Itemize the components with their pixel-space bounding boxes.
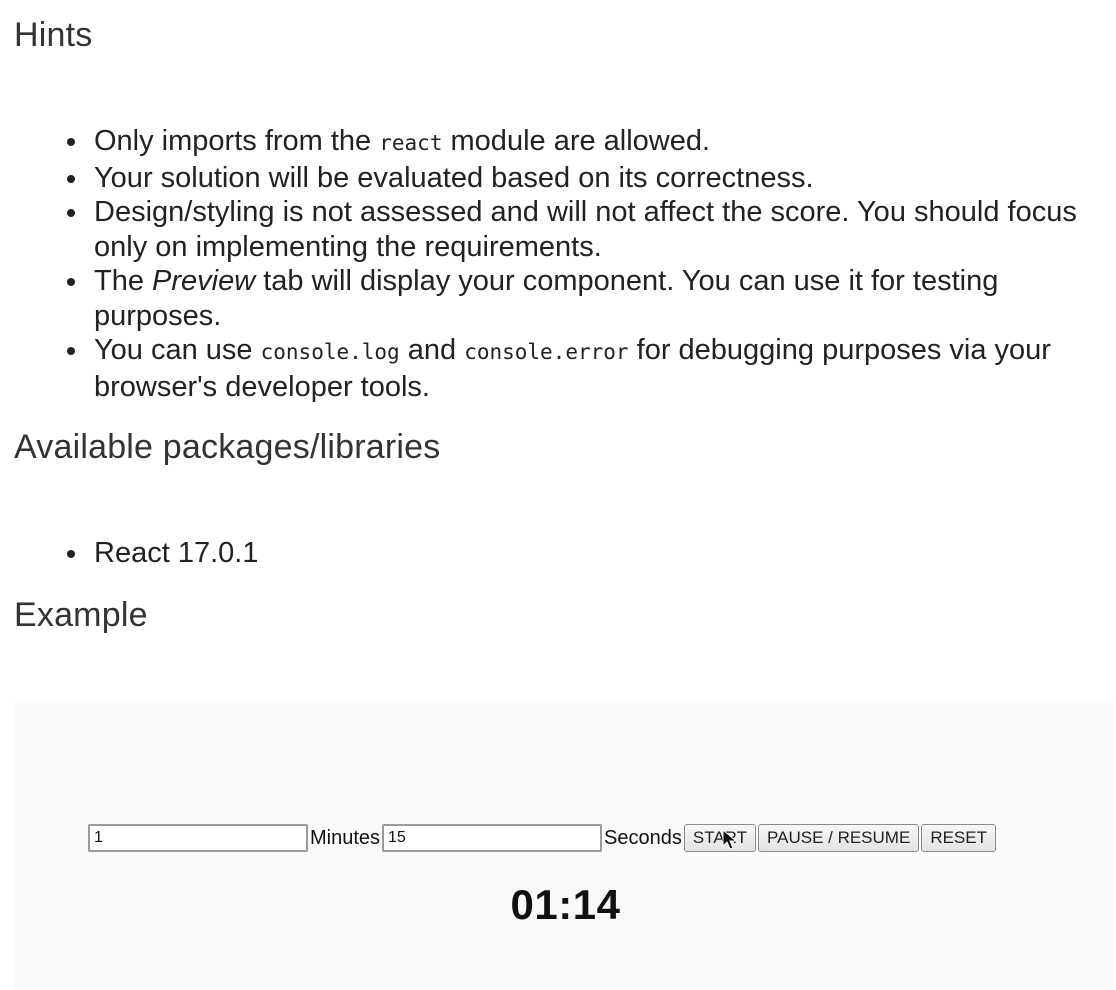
hint-item-design: Design/styling is not assessed and will … (67, 195, 1106, 264)
hint-text: Your solution will be evaluated based on… (94, 161, 814, 194)
hint-item-preview: The Preview tab will display your compon… (67, 264, 1106, 333)
timer-display: 01:14 (510, 881, 621, 928)
hint-item-correctness: Your solution will be evaluated based on… (67, 161, 1106, 196)
start-button[interactable]: START (683, 824, 757, 852)
seconds-label: Seconds (604, 826, 682, 849)
hint-item-debugging: You can use console.log and console.erro… (67, 333, 1106, 404)
minutes-input[interactable] (88, 824, 308, 852)
hint-text: The (94, 265, 153, 297)
preview-emphasis: Preview (152, 265, 256, 297)
seconds-input[interactable] (382, 824, 603, 852)
hint-text: module are allowed. (442, 125, 711, 157)
pause-resume-button[interactable]: PAUSE / RESUME (758, 824, 920, 852)
timer-controls: Minutes Seconds START PAUSE / RESUME RES… (88, 823, 998, 853)
minutes-label: Minutes (310, 826, 381, 849)
code-react: react (379, 131, 443, 155)
example-heading: Example (14, 596, 148, 634)
reset-button[interactable]: RESET (921, 824, 996, 852)
hint-text: and (399, 334, 465, 366)
hint-item-imports: Only imports from the react module are a… (67, 124, 1106, 161)
mouse-pointer-icon (722, 829, 738, 850)
hints-list: Only imports from the react module are a… (0, 124, 1106, 404)
example-preview: Minutes Seconds START PAUSE / RESUME RES… (14, 703, 1114, 990)
packages-list: React 17.0.1 (0, 536, 1106, 571)
hints-heading: Hints (14, 16, 93, 54)
hint-text: Design/styling is not assessed and will … (94, 196, 1077, 263)
package-item: React 17.0.1 (67, 536, 1106, 571)
hint-text: Only imports from the (94, 125, 380, 157)
packages-heading: Available packages/libraries (14, 428, 441, 466)
code-console-error: console.error (464, 340, 629, 364)
hint-text: You can use (94, 334, 261, 366)
code-console-log: console.log (260, 340, 400, 364)
